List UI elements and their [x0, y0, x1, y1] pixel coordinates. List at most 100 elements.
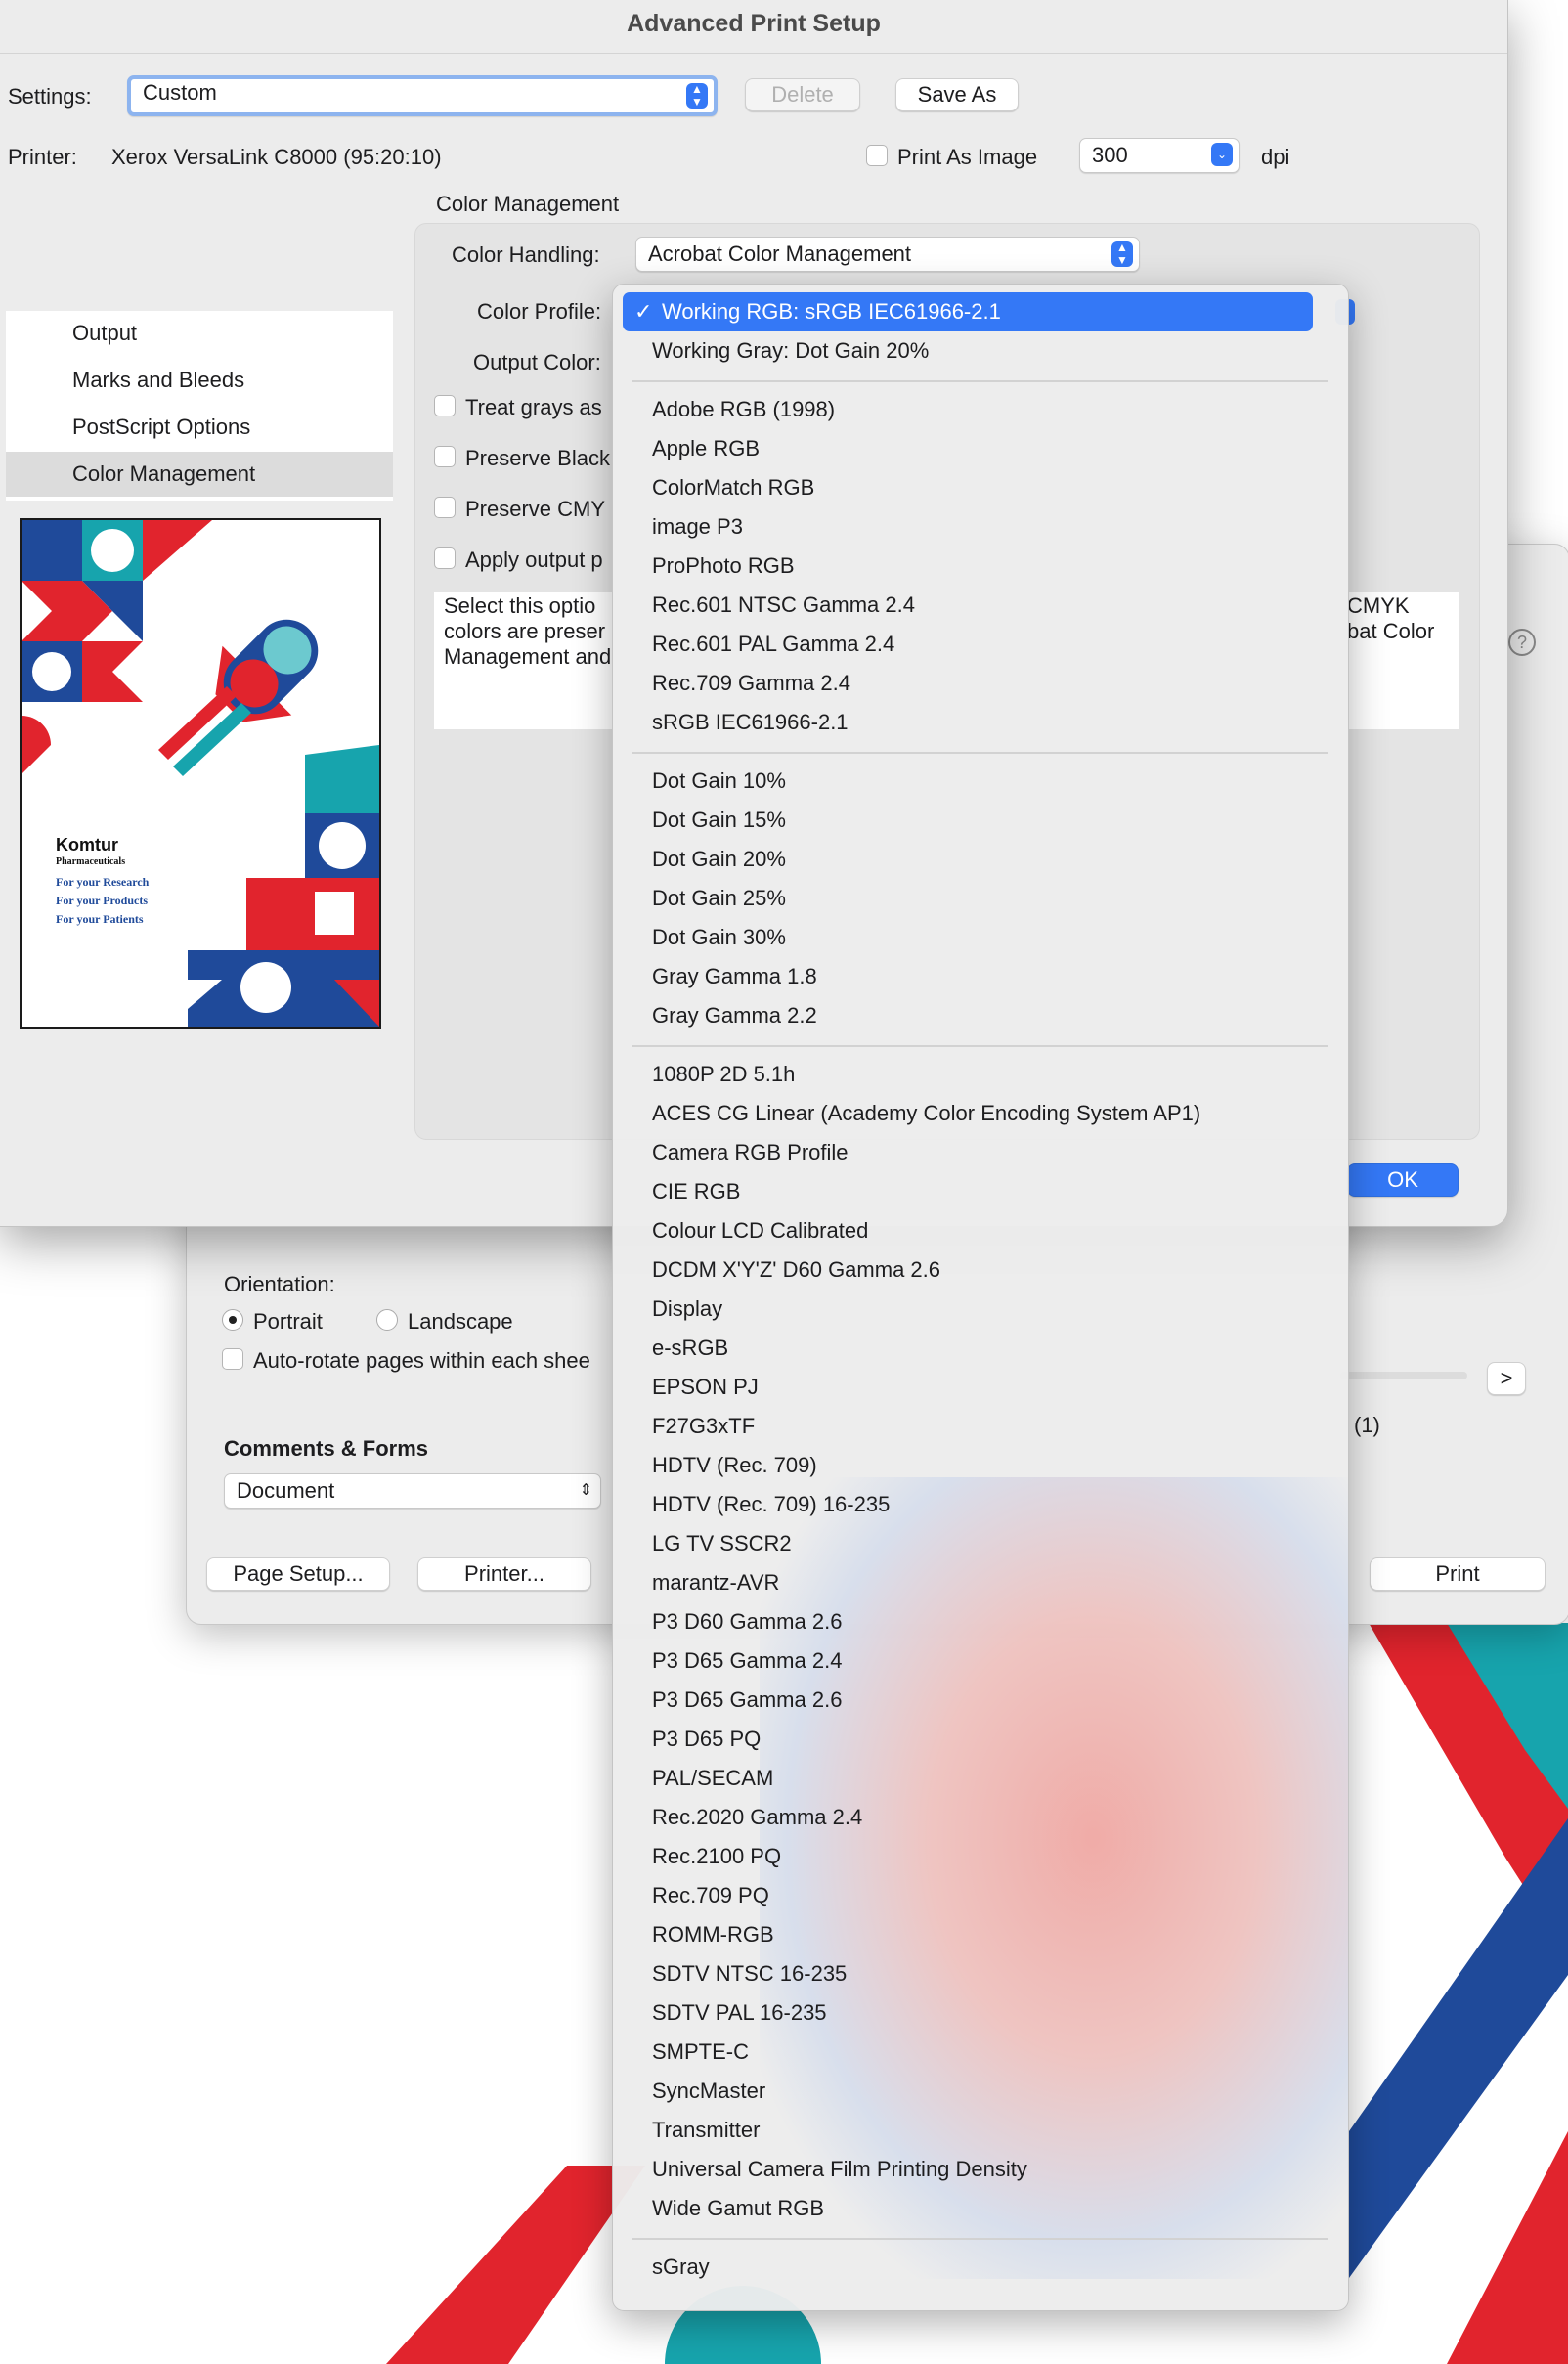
menu-item[interactable]: Rec.601 NTSC Gamma 2.4: [652, 586, 915, 625]
menu-item[interactable]: Working Gray: Dot Gain 20%: [652, 331, 929, 371]
description-line-3: Management and: [444, 644, 612, 669]
menu-item[interactable]: e-sRGB: [652, 1329, 728, 1368]
menu-item[interactable]: Adobe RGB (1998): [652, 390, 835, 429]
comments-forms-heading: Comments & Forms: [224, 1436, 429, 1461]
preview-tagline-3: For your Patients: [56, 912, 144, 926]
menu-item[interactable]: 1080P 2D 5.1h: [652, 1055, 795, 1094]
sidebar-item-postscript-options[interactable]: PostScript Options: [6, 405, 393, 450]
color-handling-select[interactable]: Acrobat Color Management ▲ ▼: [635, 237, 1140, 272]
ok-button[interactable]: OK: [1347, 1163, 1459, 1197]
menu-item-label: Working RGB: sRGB IEC61966-2.1: [662, 299, 1001, 324]
dpi-value: 300: [1092, 143, 1128, 167]
menu-item[interactable]: SDTV NTSC 16-235: [652, 1954, 847, 1993]
preview-brand-sub: Pharmaceuticals: [56, 856, 125, 867]
autorotate-checkbox[interactable]: [222, 1348, 243, 1370]
menu-item[interactable]: SMPTE-C: [652, 2033, 749, 2072]
landscape-radio[interactable]: [376, 1309, 398, 1331]
menu-item[interactable]: Colour LCD Calibrated: [652, 1211, 868, 1250]
print-as-image-checkbox[interactable]: [866, 145, 888, 166]
page-count: (1): [1354, 1413, 1380, 1437]
dialog-title: Advanced Print Setup: [627, 10, 881, 37]
menu-item[interactable]: Rec.709 PQ: [652, 1876, 769, 1915]
description-line-2: colors are preser: [444, 619, 606, 643]
menu-item[interactable]: ColorMatch RGB: [652, 468, 814, 507]
menu-item[interactable]: Display: [652, 1290, 722, 1329]
menu-item[interactable]: image P3: [652, 507, 743, 547]
description-right-2: bat Color: [1347, 619, 1435, 643]
portrait-radio[interactable]: [222, 1309, 243, 1331]
menu-item[interactable]: P3 D65 Gamma 2.4: [652, 1642, 842, 1681]
apply-output-checkbox[interactable]: [434, 547, 456, 569]
print-button[interactable]: Print: [1370, 1557, 1546, 1591]
menu-item[interactable]: Dot Gain 25%: [652, 879, 786, 918]
settings-select[interactable]: Custom ▲ ▼: [127, 75, 718, 116]
menu-separator: [632, 2238, 1328, 2240]
color-handling-label: Color Handling:: [452, 242, 600, 267]
title-separator: [0, 53, 1507, 54]
menu-item[interactable]: ProPhoto RGB: [652, 547, 795, 586]
settings-value: Custom: [143, 80, 217, 105]
sidebar-item-color-management[interactable]: Color Management: [6, 452, 393, 497]
menu-item[interactable]: ✓ Working RGB: sRGB IEC61966-2.1: [623, 292, 1313, 331]
menu-item[interactable]: P3 D60 Gamma 2.6: [652, 1602, 842, 1642]
menu-item[interactable]: Universal Camera Film Printing Density: [652, 2150, 1027, 2189]
menu-item[interactable]: Transmitter: [652, 2111, 760, 2150]
menu-item[interactable]: HDTV (Rec. 709) 16-235: [652, 1485, 890, 1524]
preview-icon-disc-right: [319, 822, 366, 869]
menu-item[interactable]: Rec.2020 Gamma 2.4: [652, 1798, 862, 1837]
menu-item[interactable]: Gray Gamma 1.8: [652, 957, 817, 996]
menu-item[interactable]: sRGB IEC61966-2.1: [652, 703, 849, 742]
menu-item[interactable]: Apple RGB: [652, 429, 760, 468]
save-as-button[interactable]: Save As: [895, 78, 1019, 111]
page-scrollbar-track[interactable]: [1340, 1372, 1467, 1379]
updown-chevron-icon: ⇕: [579, 1482, 592, 1499]
checkmark-icon: ✓: [634, 299, 653, 324]
preview-red-triangles-mid: [82, 641, 143, 702]
menu-item[interactable]: PAL/SECAM: [652, 1759, 773, 1798]
treat-grays-checkbox[interactable]: [434, 395, 456, 416]
menu-item[interactable]: DCDM X'Y'Z' D60 Gamma 2.6: [652, 1250, 940, 1290]
sidebar-item-marks-and-bleeds[interactable]: Marks and Bleeds: [6, 358, 393, 403]
preview-white-window: [315, 892, 354, 935]
printer-name: Xerox VersaLink C8000 (95:20:10): [111, 145, 442, 169]
menu-item[interactable]: LG TV SSCR2: [652, 1524, 792, 1563]
menu-separator: [632, 752, 1328, 754]
comments-forms-select[interactable]: Document ⇕: [224, 1473, 601, 1509]
help-icon[interactable]: ?: [1508, 629, 1536, 656]
menu-item[interactable]: P3 D65 Gamma 2.6: [652, 1681, 842, 1720]
menu-item[interactable]: SyncMaster: [652, 2072, 765, 2111]
menu-item[interactable]: sGray: [652, 2248, 710, 2287]
menu-item[interactable]: Dot Gain 20%: [652, 840, 786, 879]
menu-item[interactable]: ROMM-RGB: [652, 1915, 774, 1954]
printer-button[interactable]: Printer...: [417, 1557, 591, 1591]
menu-item[interactable]: EPSON PJ: [652, 1368, 759, 1407]
menu-item[interactable]: Dot Gain 30%: [652, 918, 786, 957]
menu-item[interactable]: marantz-AVR: [652, 1563, 779, 1602]
menu-item[interactable]: Rec.709 Gamma 2.4: [652, 664, 850, 703]
sidebar-item-output[interactable]: Output: [6, 311, 393, 356]
menu-item[interactable]: Wide Gamut RGB: [652, 2189, 824, 2228]
bg-red-stripe-left: [386, 2166, 645, 2364]
menu-item[interactable]: Rec.601 PAL Gamma 2.4: [652, 625, 894, 664]
menu-item[interactable]: P3 D65 PQ: [652, 1720, 761, 1759]
sidebar-list: Output Marks and Bleeds PostScript Optio…: [6, 311, 393, 501]
menu-item[interactable]: CIE RGB: [652, 1172, 740, 1211]
menu-item[interactable]: Gray Gamma 2.2: [652, 996, 817, 1035]
preserve-cmyk-checkbox[interactable]: [434, 497, 456, 518]
menu-item[interactable]: Dot Gain 15%: [652, 801, 786, 840]
landscape-label: Landscape: [408, 1309, 513, 1334]
menu-item[interactable]: HDTV (Rec. 709): [652, 1446, 817, 1485]
delete-button[interactable]: Delete: [745, 78, 860, 111]
page-setup-button[interactable]: Page Setup...: [206, 1557, 390, 1591]
menu-item[interactable]: Camera RGB Profile: [652, 1133, 849, 1172]
menu-item[interactable]: F27G3xTF: [652, 1407, 755, 1446]
menu-item[interactable]: ACES CG Linear (Academy Color Encoding S…: [652, 1094, 1200, 1133]
next-page-button[interactable]: >: [1487, 1362, 1526, 1395]
dpi-select[interactable]: 300 ⌄: [1079, 138, 1240, 173]
menu-separator: [632, 1045, 1328, 1047]
menu-item[interactable]: SDTV PAL 16-235: [652, 1993, 827, 2033]
preview-icon-disc-top: [91, 529, 134, 572]
menu-item[interactable]: Rec.2100 PQ: [652, 1837, 781, 1876]
menu-item[interactable]: Dot Gain 10%: [652, 762, 786, 801]
preserve-black-checkbox[interactable]: [434, 446, 456, 467]
